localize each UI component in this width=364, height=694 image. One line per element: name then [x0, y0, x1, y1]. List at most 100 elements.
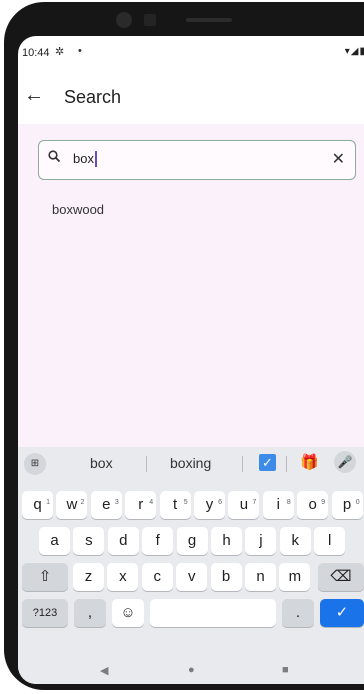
key-label: t — [173, 496, 178, 513]
key-hint: 9 — [321, 499, 326, 506]
space-key[interactable] — [150, 599, 276, 627]
search-input[interactable]: box — [73, 151, 97, 167]
key-e[interactable]: e3 — [90, 491, 122, 519]
key-label: e — [102, 496, 111, 513]
mic-icon[interactable]: 🎤 — [334, 451, 356, 473]
notification-dot-icon: • — [78, 45, 82, 57]
back-nav-icon[interactable]: ◀ — [100, 664, 108, 677]
key-hint: 1 — [46, 499, 50, 506]
key-label: d — [119, 532, 128, 549]
key-label: n — [256, 568, 265, 585]
key-g[interactable]: g — [176, 527, 208, 555]
sensor — [144, 14, 156, 26]
key-label: w — [66, 496, 78, 513]
key-x[interactable]: x — [107, 563, 139, 591]
divider — [286, 456, 287, 472]
key-j[interactable]: j — [245, 527, 277, 555]
key-hint: 3 — [114, 499, 119, 506]
key-hint: 2 — [80, 499, 85, 506]
key-label: g — [187, 532, 197, 549]
key-label: y — [205, 496, 214, 513]
emoji-icon[interactable]: ☺ — [112, 599, 144, 627]
front-camera — [116, 12, 132, 28]
search-icon — [48, 150, 61, 166]
key-w[interactable]: w2 — [56, 491, 88, 519]
key-o[interactable]: o9 — [297, 491, 329, 519]
key-label: x — [119, 568, 127, 585]
speaker-grille — [186, 18, 232, 22]
key-label: r — [138, 496, 144, 513]
close-icon[interactable]: ✕ — [332, 149, 345, 169]
divider — [242, 456, 243, 472]
key-r[interactable]: r4 — [125, 491, 157, 519]
key-label: h — [222, 532, 231, 549]
key-b[interactable]: b — [210, 563, 242, 591]
key-c[interactable]: c — [141, 563, 173, 591]
key-n[interactable]: n — [245, 563, 276, 591]
key-t[interactable]: t5 — [159, 491, 191, 519]
divider — [146, 456, 147, 472]
keyboard-suggestion-2[interactable]: boxing — [170, 455, 211, 471]
status-time: 10:44 — [22, 47, 50, 59]
key-label: z — [84, 568, 93, 585]
key-p[interactable]: p0 — [331, 491, 363, 519]
status-bar: 10:44 ✲ • ▾◢▮ — [18, 36, 364, 72]
checkmark-icon[interactable]: ✓ — [320, 599, 364, 627]
key-z[interactable]: z — [73, 563, 104, 591]
key-m[interactable]: m — [279, 563, 311, 591]
symbols-key[interactable]: ?123 — [22, 599, 68, 627]
key-q[interactable]: q1 — [22, 491, 53, 519]
home-nav-icon[interactable]: ● — [188, 664, 195, 676]
key-v[interactable]: v — [176, 563, 208, 591]
comma-key[interactable]: , — [74, 599, 106, 627]
key-label: p — [342, 496, 352, 513]
backspace-icon[interactable]: ⌫ — [318, 563, 364, 591]
key-y[interactable]: y6 — [194, 491, 225, 519]
screen: 10:44 ✲ • ▾◢▮ ← Search box ✕ boxwood ⊞ b… — [18, 36, 364, 684]
key-label: k — [291, 532, 300, 549]
keyboard-suggestion-bar: ⊞ box boxing ✓ 🎁 🎤 — [18, 447, 364, 481]
keyboard-suggestion-1[interactable]: box — [90, 455, 113, 471]
search-box[interactable]: box ✕ — [38, 140, 356, 180]
key-label: m — [288, 568, 302, 585]
soft-keyboard: ⊞ box boxing ✓ 🎁 🎤 ⇧ ⌫ ?123 , ☺ . ✓ ◀ ● … — [18, 447, 364, 684]
key-label: l — [328, 532, 332, 549]
gift-icon[interactable]: 🎁 — [300, 453, 319, 471]
key-h[interactable]: h — [211, 527, 242, 555]
key-hint: 5 — [183, 499, 188, 506]
key-label: f — [155, 532, 160, 549]
app-bar: ← Search — [18, 72, 364, 122]
key-label: v — [187, 568, 196, 585]
key-d[interactable]: d — [107, 527, 139, 555]
key-i[interactable]: i8 — [262, 491, 294, 519]
status-icons: ▾◢▮ — [344, 46, 364, 57]
navigation-bar: ◀ ● ■ — [18, 660, 364, 684]
arrow-left-icon[interactable]: ← — [24, 84, 44, 107]
key-hint: 7 — [252, 499, 257, 506]
gear-icon: ✲ — [55, 46, 65, 58]
key-hint: 6 — [218, 499, 222, 506]
key-a[interactable]: a — [39, 527, 70, 555]
key-k[interactable]: k — [279, 527, 311, 555]
recents-nav-icon[interactable]: ■ — [282, 664, 289, 676]
key-hint: 4 — [149, 499, 154, 506]
key-label: o — [308, 496, 317, 513]
suggestion-item[interactable]: boxwood — [52, 202, 104, 217]
key-s[interactable]: s — [73, 527, 105, 555]
key-hint: 8 — [286, 499, 291, 506]
key-label: b — [221, 568, 231, 585]
key-label: q — [33, 496, 42, 513]
apps-grid-icon[interactable]: ⊞ — [24, 453, 46, 475]
phone-frame: 10:44 ✲ • ▾◢▮ ← Search box ✕ boxwood ⊞ b… — [4, 2, 364, 690]
checkbox-icon[interactable]: ✓ — [259, 454, 276, 471]
key-u[interactable]: u7 — [228, 491, 260, 519]
page-title: Search — [64, 87, 122, 107]
key-label: u — [239, 496, 249, 513]
search-content: box ✕ boxwood — [18, 124, 364, 447]
shift-icon[interactable]: ⇧ — [22, 563, 68, 591]
period-key[interactable]: . — [282, 599, 314, 627]
key-f[interactable]: f — [142, 527, 174, 555]
key-label: a — [50, 532, 59, 549]
key-l[interactable]: l — [314, 527, 346, 555]
key-label: j — [259, 532, 263, 549]
